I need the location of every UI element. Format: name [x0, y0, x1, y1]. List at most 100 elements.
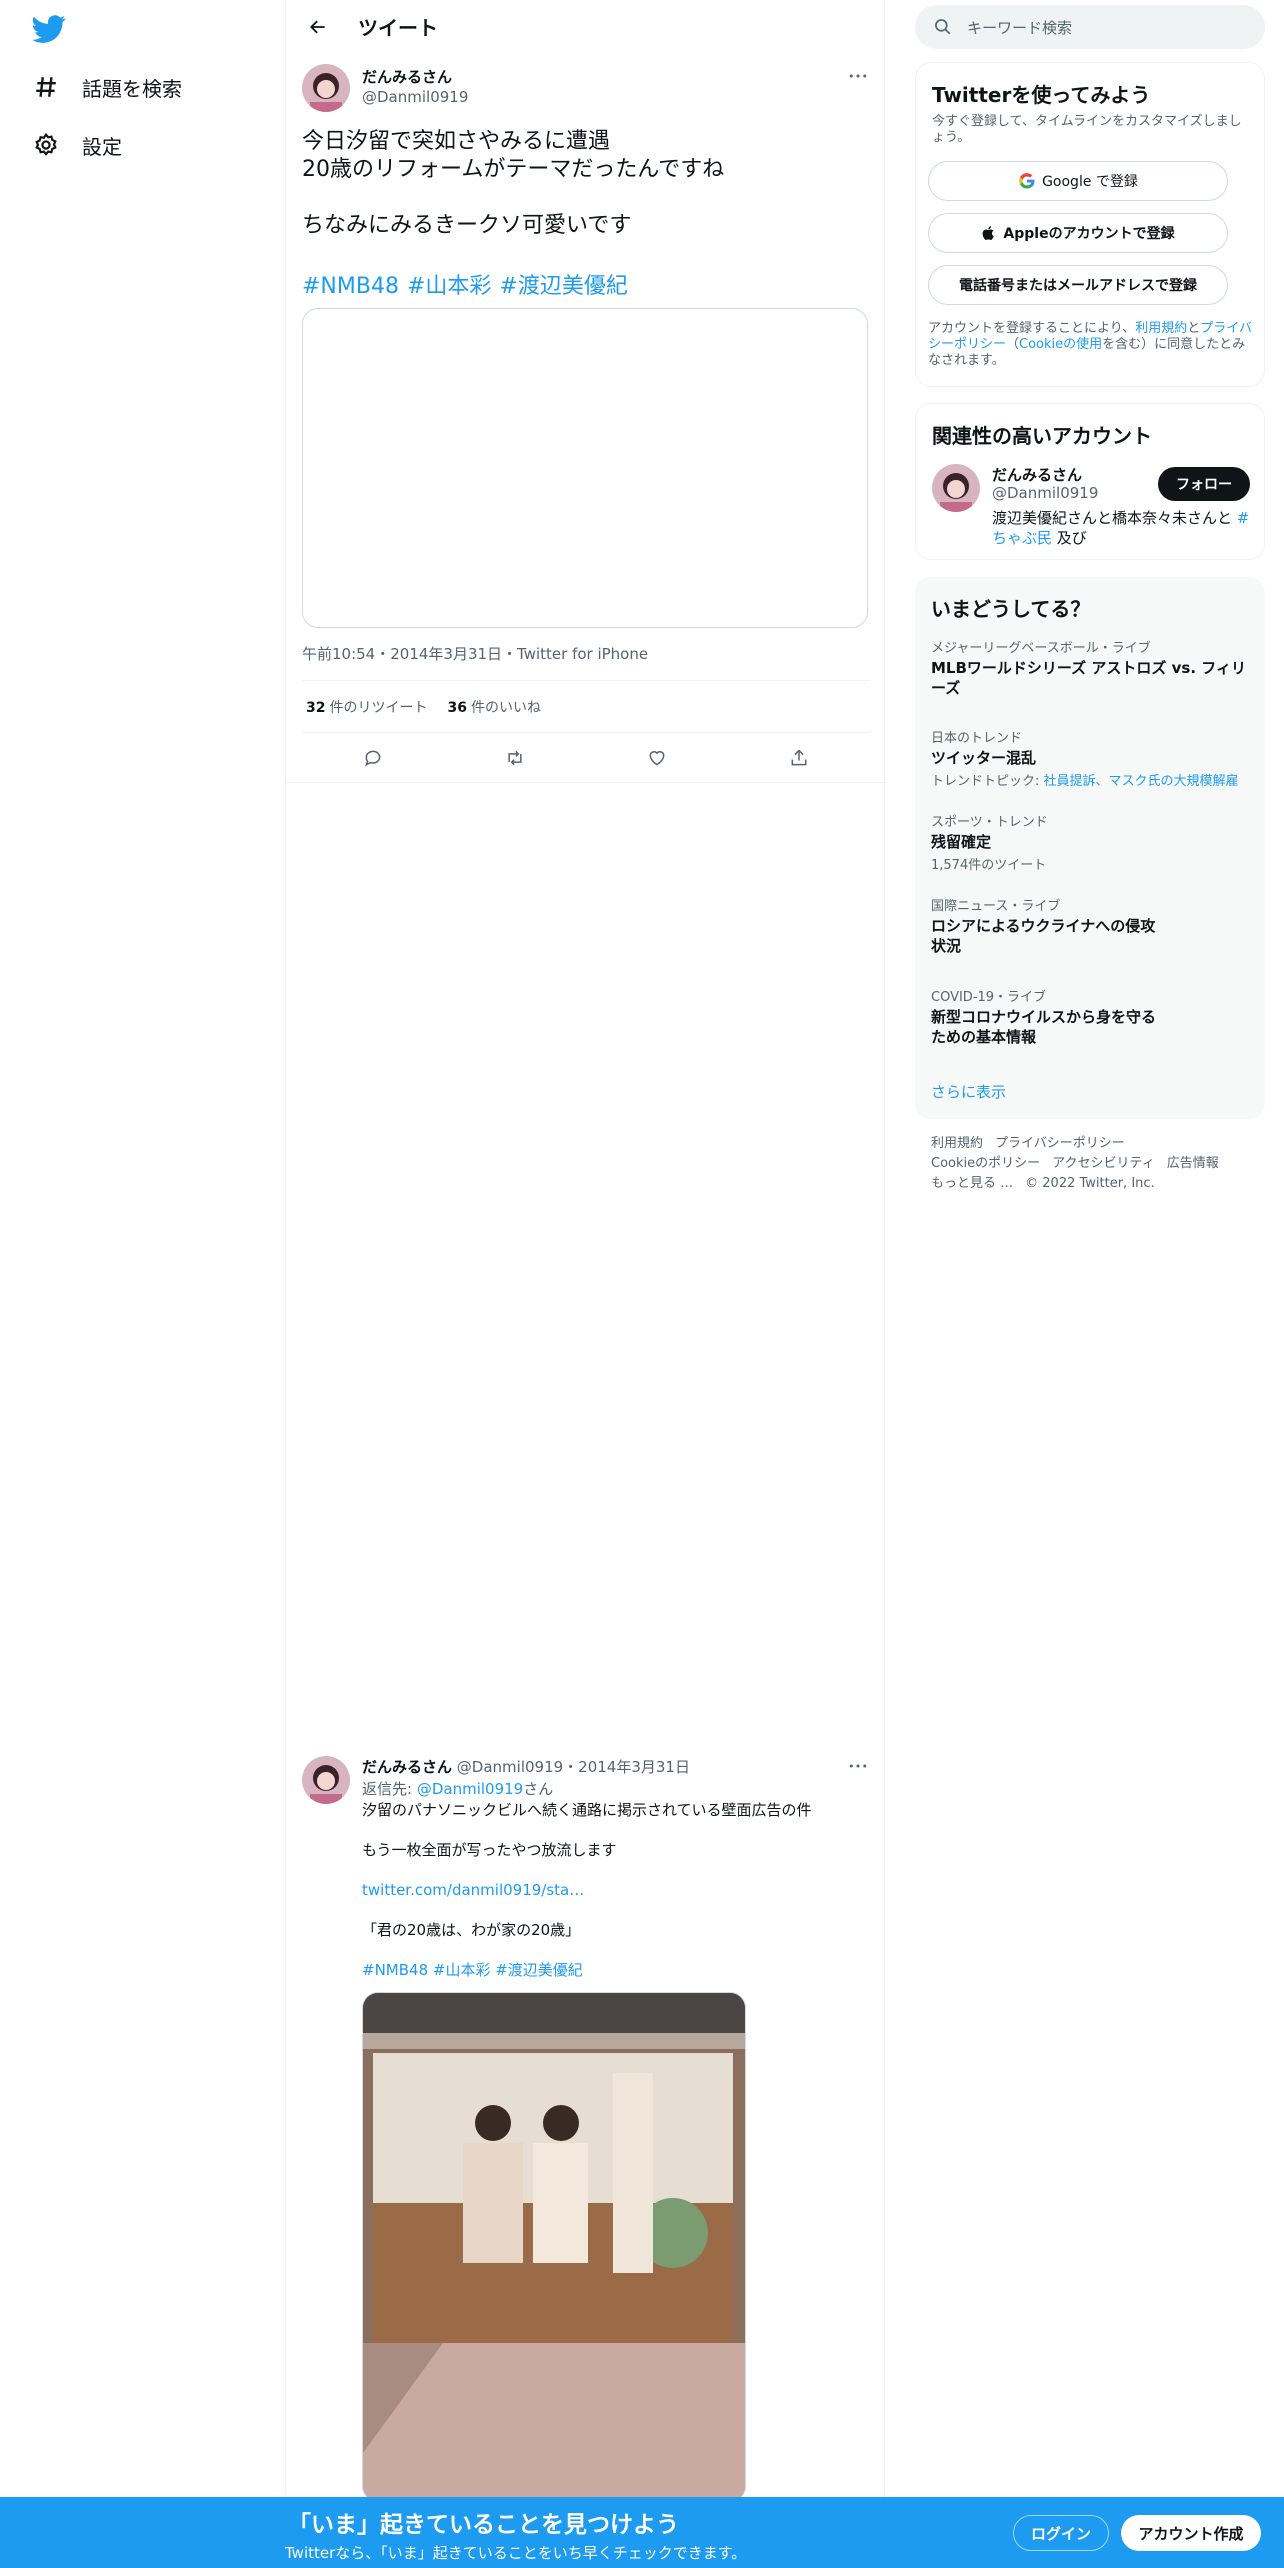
avatar[interactable]	[932, 464, 980, 512]
footer-links: 利用規約 プライバシーポリシー Cookieのポリシー アクセシビリティ 広告情報 も…	[931, 1134, 1231, 1194]
page-header: ツイート	[286, 0, 886, 53]
signup-card: Twitterを使ってみよう 今すぐ登録して、タイムラインをカスタマイズしましょ…	[915, 62, 1265, 387]
retweet-icon[interactable]	[495, 738, 535, 778]
banner-headline: 「いま」起きていることを見つけよう	[288, 2512, 679, 2538]
footer-link[interactable]: 広告情報	[1167, 1156, 1219, 1171]
trend-name: 残留確定	[931, 833, 992, 851]
trend-name: 新型コロナウイルスから身を守るための基本情報	[931, 1008, 1157, 1046]
more-options-icon[interactable]	[843, 66, 873, 86]
footer-link[interactable]: Cookieのポリシー	[931, 1156, 1040, 1171]
trend-item[interactable]: 国際ニュース・ライブ ロシアによるウクライナへの侵攻状況	[931, 895, 1251, 956]
more-options-icon[interactable]	[843, 1756, 873, 1776]
left-sidebar: 話題を検索 設定	[0, 0, 285, 2568]
reply-tweet-photo[interactable]	[362, 1992, 746, 2502]
trend-category: メジャーリーグベースボール・ライブ	[931, 641, 1151, 656]
signup-banner: 「いま」起きていることを見つけよう Twitterなら、「いま」起きていることを…	[0, 2497, 1284, 2568]
bio-hashtag-link[interactable]: ちゃぶ民	[992, 529, 1052, 547]
trend-item[interactable]: 日本のトレンド ツイッター混乱 トレンドトピック: 社員提訴、マスク氏の大規模解…	[931, 727, 1251, 789]
retweet-stat[interactable]: 32 件のリツイート	[306, 697, 427, 717]
login-button[interactable]: ログイン	[1013, 2515, 1109, 2551]
avatar[interactable]	[302, 64, 350, 112]
trend-name: ロシアによるウクライナへの侵攻状況	[931, 917, 1156, 955]
footer-link[interactable]: プライバシーポリシー	[995, 1136, 1125, 1151]
signup-subtitle: 今すぐ登録して、タイムラインをカスタマイズしましょう。	[932, 114, 1242, 145]
banner-subtext: Twitterなら、「いま」起きていることをいち早くチェックできます。	[285, 2544, 747, 2562]
trends-card: いまどうしてる？ メジャーリーグベースボール・ライブ MLBワールドシリーズ ア…	[915, 577, 1265, 1119]
footer-more-link[interactable]: もっと見る …	[931, 1176, 1013, 1191]
trend-topic-link[interactable]: 社員提訴、マスク氏の大規模解雇	[1044, 774, 1239, 789]
reply-display-name[interactable]: だんみるさん	[362, 1758, 452, 1776]
google-icon	[1018, 172, 1036, 190]
trend-subtext: トレンドトピック: 社員提訴、マスク氏の大規模解雇	[931, 774, 1239, 789]
reply-hashtags[interactable]: #NMB48 #山本彩 #渡辺美優紀	[362, 1960, 583, 1980]
trend-name: ツイッター混乱	[931, 749, 1037, 767]
back-arrow-icon[interactable]	[298, 7, 338, 47]
apple-signup-button[interactable]: Appleのアカウントで登録	[928, 213, 1228, 253]
trend-name: MLBワールドシリーズ アストロズ vs. フィリーズ	[931, 659, 1246, 697]
reply-to-line: 返信先: @Danmil0919さん	[362, 1780, 554, 1798]
cookie-link[interactable]: Cookieの使用	[1019, 337, 1102, 352]
copyright: © 2022 Twitter, Inc.	[1025, 1176, 1155, 1191]
trend-category: 日本のトレンド	[931, 731, 1023, 746]
tweet-actions	[302, 738, 870, 778]
tweet-handle[interactable]: @Danmil0919	[362, 88, 468, 106]
trend-item[interactable]: スポーツ・トレンド 残留確定 1,574件のツイート	[931, 811, 1251, 873]
hashtag-link[interactable]: #NMB48	[302, 274, 399, 299]
footer-link[interactable]: 利用規約	[931, 1136, 983, 1151]
apple-signup-label: Appleのアカウントで登録	[1003, 226, 1175, 242]
share-icon[interactable]	[779, 738, 819, 778]
trend-category: スポーツ・トレンド	[931, 815, 1048, 830]
tweet-display-name[interactable]: だんみるさん	[362, 66, 452, 87]
gear-icon	[32, 131, 60, 159]
phone-email-signup-label: 電話番号またはメールアドレスで登録	[959, 278, 1197, 294]
avatar[interactable]	[302, 1756, 350, 1804]
twitter-logo-icon[interactable]	[32, 12, 66, 46]
search-box[interactable]: キーワード検索	[915, 5, 1265, 49]
phone-email-signup-button[interactable]: 電話番号またはメールアドレスで登録	[928, 265, 1228, 305]
hashtag-icon	[32, 73, 60, 101]
show-more-link[interactable]: さらに表示	[931, 1081, 1006, 1102]
tweet-media[interactable]	[302, 308, 868, 628]
trend-category: 国際ニュース・ライブ	[931, 899, 1061, 914]
nav-settings[interactable]: 設定	[32, 117, 122, 173]
related-bio: 渡辺美優紀さんと橋本奈々未さんと # ちゃぶ民 及び	[992, 509, 1250, 547]
nav-explore-label: 話題を検索	[82, 76, 182, 101]
tweet-timestamp[interactable]: 午前10:54・2014年3月31日・Twitter for iPhone	[302, 643, 648, 664]
signup-legal-text: アカウントを登録することにより、利用規約とプライバシーポリシー（Cookieの使…	[928, 321, 1253, 368]
main-column: ツイート だんみるさん @Danmil0919 今日汐留で突如さやみるに遭遇 2…	[285, 0, 886, 2568]
bio-hashtag-link[interactable]: #	[1237, 509, 1250, 527]
reply-text-line: もう一枚全面が写ったやつ放流します	[362, 1841, 617, 1859]
like-stat[interactable]: 36 件のいいね	[447, 697, 540, 717]
nav-settings-label: 設定	[82, 134, 122, 159]
page-title: ツイート	[358, 16, 438, 40]
reply-handle-date[interactable]: @Danmil0919・2014年3月31日	[457, 1758, 690, 1776]
related-title: 関連性の高いアカウント	[932, 424, 1152, 448]
tweet-text: 今日汐留で突如さやみるに遭遇 20歳のリフォームがテーマだったんですね ちなみに…	[302, 129, 725, 238]
google-signup-label: Google で登録	[1042, 174, 1138, 190]
reply-icon[interactable]	[353, 738, 393, 778]
hashtag-link[interactable]: #山本彩	[407, 274, 491, 299]
create-account-button[interactable]: アカウント作成	[1121, 2515, 1261, 2551]
reply-to-link[interactable]: @Danmil0919	[417, 1780, 523, 1798]
signup-title: Twitterを使ってみよう	[932, 83, 1151, 107]
reply-link[interactable]: twitter.com/danmil0919/sta…	[362, 1880, 584, 1900]
google-signup-button[interactable]: Google で登録	[928, 161, 1228, 201]
follow-button[interactable]: フォロー	[1158, 467, 1250, 501]
related-handle[interactable]: @Danmil0919	[992, 484, 1098, 502]
hashtag-link[interactable]: #渡辺美優紀	[499, 274, 627, 299]
trend-category: COVID-19・ライブ	[931, 990, 1047, 1005]
reply-text-line: 「君の20歳は、わが家の20歳」	[362, 1921, 581, 1939]
trends-title: いまどうしてる？	[931, 597, 1091, 621]
divider	[302, 732, 870, 733]
terms-link[interactable]: 利用規約	[1135, 321, 1187, 336]
nav-explore[interactable]: 話題を検索	[32, 59, 182, 115]
trend-subtext: 1,574件のツイート	[931, 858, 1047, 873]
like-icon[interactable]	[637, 738, 677, 778]
footer-link[interactable]: アクセシビリティ	[1052, 1156, 1155, 1171]
related-accounts-card: 関連性の高いアカウント だんみるさん @Danmil0919 フォロー 渡辺美優…	[915, 403, 1265, 560]
related-name[interactable]: だんみるさん	[992, 464, 1082, 485]
tweet-hashtags: #NMB48 #山本彩 #渡辺美優紀	[302, 268, 636, 300]
trend-item[interactable]: メジャーリーグベースボール・ライブ MLBワールドシリーズ アストロズ vs. …	[931, 637, 1251, 698]
divider	[286, 782, 886, 783]
trend-item[interactable]: COVID-19・ライブ 新型コロナウイルスから身を守るための基本情報	[931, 986, 1251, 1047]
